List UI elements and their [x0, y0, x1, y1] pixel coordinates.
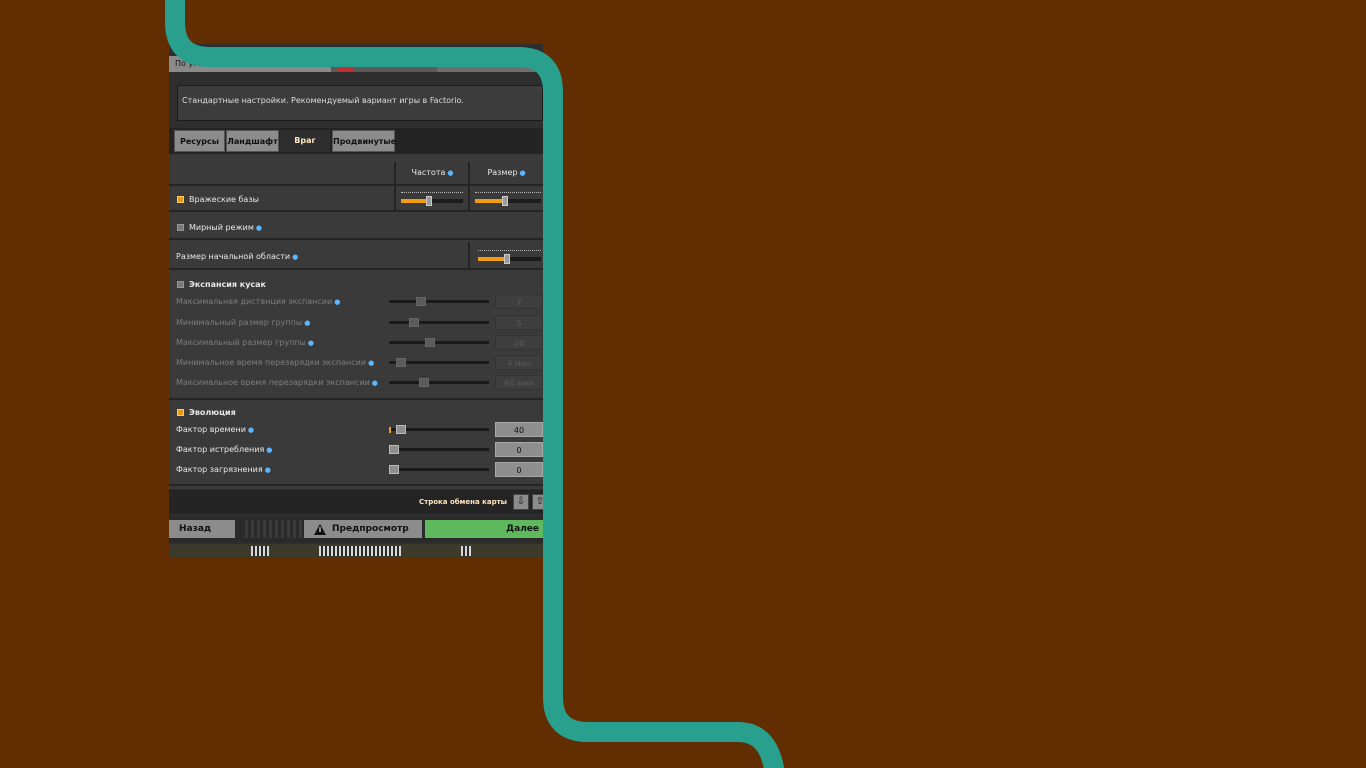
back-button[interactable]: Назад — [169, 520, 235, 538]
info-icon[interactable]: ● — [256, 224, 262, 232]
column-header-row: Частота ● Размер ● — [169, 162, 543, 186]
settings-tabs: Ресурсы Ландшафт Враг Продвинутые — [169, 128, 543, 154]
slider-handle[interactable] — [396, 425, 406, 434]
evolution-setting-label: Фактор истребления ● — [176, 445, 273, 454]
pollution-factor-input[interactable]: 0 — [495, 462, 543, 477]
info-icon[interactable]: ● — [447, 169, 453, 177]
map-generator-window: По умо Стандартные настройки. Рекомендуе… — [169, 44, 543, 558]
pollution-factor-slider[interactable] — [389, 465, 489, 475]
info-icon[interactable]: ● — [248, 426, 254, 434]
slider-handle[interactable] — [504, 254, 510, 264]
evolution-checkbox[interactable] — [177, 409, 184, 416]
dialog-footer: Назад Предпросмотр Далее — [169, 516, 543, 542]
time-factor-slider[interactable] — [389, 425, 489, 435]
max-expansion-cooldown-input[interactable]: 60 мин — [495, 375, 543, 390]
warning-icon — [314, 524, 326, 535]
slider-handle[interactable] — [396, 358, 406, 367]
enemy-bases-size-slider[interactable] — [475, 192, 541, 206]
slider-handle[interactable] — [426, 196, 432, 206]
column-divider — [394, 186, 396, 210]
destroy-factor-slider[interactable] — [389, 445, 489, 455]
evolution-setting-label: Фактор времени ● — [176, 425, 255, 434]
max-group-size-input[interactable]: 20 — [495, 335, 543, 350]
info-icon[interactable]: ● — [372, 379, 378, 387]
peaceful-mode-checkbox[interactable] — [177, 224, 184, 231]
max-expansion-distance-slider[interactable] — [389, 297, 489, 307]
expansion-setting-label: Минимальное время перезарядки экспансии ● — [176, 358, 375, 367]
tab-advanced[interactable]: Продвинутые — [332, 130, 396, 152]
slider-handle[interactable] — [389, 445, 399, 454]
enemy-bases-row: Вражеские базы — [169, 186, 543, 212]
max-expansion-cooldown-slider[interactable] — [389, 378, 489, 388]
save-preset-button[interactable] — [437, 58, 543, 72]
size-column-header: Размер ● — [468, 162, 543, 184]
enemy-bases-frequency-slider[interactable] — [401, 192, 463, 206]
enemy-bases-checkbox[interactable] — [177, 196, 184, 203]
slider-handle[interactable] — [502, 196, 508, 206]
frequency-label: Частота — [411, 168, 446, 177]
preset-dropdown[interactable]: По умо — [169, 56, 331, 72]
tab-resources[interactable]: Ресурсы — [174, 130, 225, 152]
evolution-label: Эволюция — [189, 408, 236, 417]
max-group-size-slider[interactable] — [389, 338, 489, 348]
enemy-bases-label: Вражеские базы — [189, 195, 259, 204]
map-decoration — [319, 546, 401, 556]
min-expansion-cooldown-slider[interactable] — [389, 358, 489, 368]
preset-bar: По умо — [169, 56, 543, 72]
map-decoration — [251, 546, 269, 556]
slider-handle[interactable] — [425, 338, 435, 347]
preset-description: Стандартные настройки. Рекомендуемый вар… — [177, 85, 543, 121]
time-factor-input[interactable]: 40 — [495, 422, 543, 437]
column-divider — [468, 186, 470, 210]
info-icon[interactable]: ● — [519, 169, 525, 177]
starting-area-label: Размер начальной области ● — [176, 252, 299, 261]
destroy-factor-input[interactable]: 0 — [495, 442, 543, 457]
evolution-setting-label: Фактор загрязнения ● — [176, 465, 271, 474]
starting-area-size-slider[interactable] — [478, 250, 541, 264]
footer-drag-handle — [245, 520, 305, 538]
min-group-size-slider[interactable] — [389, 318, 489, 328]
info-icon[interactable]: ● — [292, 253, 298, 261]
tab-terrain[interactable]: Ландшафт — [226, 130, 279, 152]
expansion-label: Экспансия кусак — [189, 280, 266, 289]
column-divider — [468, 242, 470, 268]
info-icon[interactable]: ● — [265, 466, 271, 474]
map-exchange-bar: Строка обмена карты ⇩ ⇧ — [169, 490, 543, 514]
map-exchange-label: Строка обмена карты — [419, 498, 507, 506]
expansion-setting-label: Максимальный размер группы ● — [176, 338, 315, 347]
expansion-section: Экспансия кусак Максимальная дистанция э… — [169, 274, 543, 400]
delete-preset-button[interactable] — [337, 66, 353, 72]
info-icon[interactable]: ● — [266, 446, 272, 454]
next-button[interactable]: Далее — [425, 520, 543, 538]
export-map-string-icon[interactable]: ⇧ — [532, 494, 543, 510]
min-expansion-cooldown-input[interactable]: 4 мин — [495, 355, 543, 370]
preview-label: Предпросмотр — [332, 524, 409, 534]
expansion-setting-label: Минимальный размер группы ● — [176, 318, 311, 327]
enemy-settings: Частота ● Размер ● Вражеские базы Мирный р… — [169, 154, 543, 489]
size-label: Размер — [487, 168, 518, 177]
preview-button[interactable]: Предпросмотр — [304, 520, 422, 538]
info-icon[interactable]: ● — [368, 359, 374, 367]
starting-area-row: Размер начальной области ● — [169, 242, 543, 270]
evolution-section: Эволюция Фактор времени ● 40 Фактор истре… — [169, 402, 543, 486]
info-icon[interactable]: ● — [334, 298, 340, 306]
expansion-checkbox[interactable] — [177, 281, 184, 288]
frequency-column-header: Частота ● — [394, 162, 469, 184]
min-group-size-input[interactable]: 5 — [495, 315, 543, 330]
info-icon[interactable]: ● — [304, 319, 310, 327]
slider-handle[interactable] — [409, 318, 419, 327]
info-icon[interactable]: ● — [308, 339, 314, 347]
peaceful-mode-label: Мирный режим ● — [189, 223, 263, 232]
tab-enemy[interactable]: Враг — [280, 130, 330, 152]
slider-handle[interactable] — [419, 378, 429, 387]
max-expansion-distance-input[interactable]: 7 — [495, 294, 543, 309]
import-map-string-icon[interactable]: ⇩ — [513, 494, 529, 510]
expansion-setting-label: Максимальная дистанция экспансии ● — [176, 297, 341, 306]
slider-handle[interactable] — [416, 297, 426, 306]
map-decoration — [461, 546, 471, 556]
map-background — [169, 544, 543, 558]
expansion-setting-label: Максимальное время перезарядки экспансии… — [176, 378, 378, 387]
slider-handle[interactable] — [389, 465, 399, 474]
peaceful-mode-row: Мирный режим ● — [169, 214, 543, 240]
